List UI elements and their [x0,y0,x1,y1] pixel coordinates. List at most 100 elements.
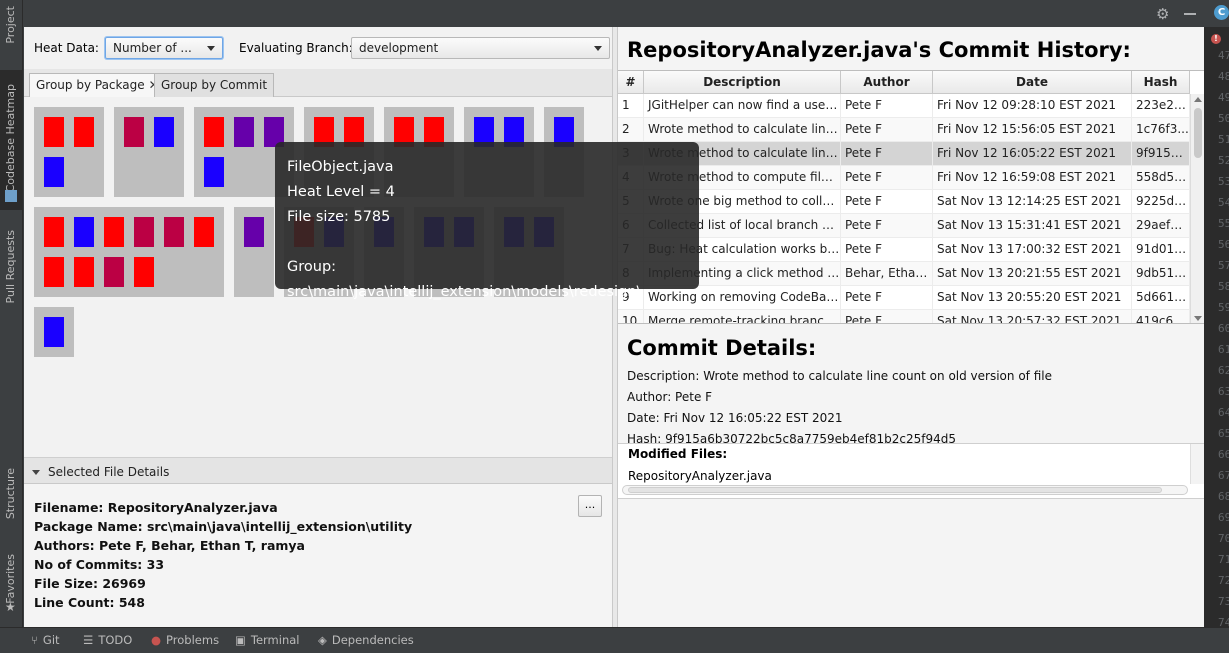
tab-group-by-package-label: Group by Package [36,78,145,92]
line-number: 63 [1218,385,1229,398]
bottom-tab-todo[interactable]: ☰ TODO [83,633,132,647]
minimize-icon[interactable] [1184,3,1196,15]
scroll-down-icon[interactable] [1194,316,1202,321]
line-number: 73 [1218,595,1229,608]
tool-codebase-heatmap[interactable]: Codebase Heatmap [0,70,23,210]
more-button[interactable]: ... [578,495,602,517]
line-number: 69 [1218,511,1229,524]
line-number: 57 [1218,259,1229,272]
cell-hash: 9225d9... [1132,190,1190,214]
file-cell[interactable] [74,117,94,147]
file-cell[interactable] [134,217,154,247]
cell-number: 10 [618,310,644,323]
chevron-down-icon [207,46,215,51]
tool-structure[interactable]: Structure [0,462,23,532]
file-cell[interactable] [234,117,254,147]
branch-label: Evaluating Branch: [239,41,353,55]
tool-project[interactable]: Project [0,0,23,66]
plugin-badge-icon[interactable]: C [1214,5,1229,20]
column-header-hash[interactable]: Hash [1132,71,1190,94]
table-row[interactable]: 7Bug: Heat calculation works but t...Pet… [618,238,1190,262]
cell-date: Sat Nov 13 17:00:32 EST 2021 [933,238,1132,262]
tooltip-heat-level: Heat Level = 4 [287,184,395,200]
bottom-tab-problems[interactable]: ● Problems [151,633,219,647]
horizontal-scrollbar-thumb[interactable] [628,487,1162,493]
heat-data-dropdown[interactable]: Number of ... [105,37,223,59]
table-row[interactable]: 1 JGitHelper can now find a user's r... Pe… [618,94,1190,118]
package-box[interactable] [34,207,224,297]
bottom-tab-terminal[interactable]: ▣ Terminal [235,633,299,647]
file-cell[interactable] [74,217,94,247]
modified-file-item[interactable]: RepositoryAnalyzer.java [628,469,772,483]
chevron-down-icon [594,46,602,51]
file-cell[interactable] [154,117,174,147]
codebase-heatmap-panel: Heat Data: Number of ... Evaluating Bran… [24,27,1204,627]
commit-author: Author: Pete F [627,390,713,404]
file-cell[interactable] [44,257,64,287]
file-cell[interactable] [164,217,184,247]
line-number: 52 [1218,154,1229,167]
file-cell[interactable] [204,117,224,147]
branch-dropdown[interactable]: development [351,37,610,59]
file-cell[interactable] [44,317,64,347]
commit-description: Description: Wrote method to calculate l… [627,369,1052,383]
tab-group-by-commit[interactable]: Group by Commit [154,73,275,97]
cell-hash: 1c76f3... [1132,118,1190,142]
gear-icon[interactable]: ⚙ [1156,5,1169,23]
column-header-date[interactable]: Date [933,71,1132,94]
table-row[interactable]: 6Collected list of local branch nam...Pe… [618,214,1190,238]
ide-title-bar: ⚙ C [0,0,1229,27]
file-cell[interactable] [104,217,124,247]
bottom-tab-terminal-label: Terminal [250,633,300,647]
scroll-up-icon[interactable] [1194,97,1202,102]
table-row[interactable]: 10 Merge remote-tracking branch 'o... Pete… [618,310,1190,323]
column-header-description[interactable]: Description [644,71,841,94]
bottom-tab-dependencies-label: Dependencies [331,633,414,647]
selected-file-details-header[interactable]: Selected File Details [24,462,612,484]
line-number: 68 [1218,490,1229,503]
tool-favorites[interactable]: Favorites ★ [0,550,23,620]
file-cell[interactable] [204,157,224,187]
file-cell[interactable] [244,217,264,247]
cell-hash: 5d6615... [1132,286,1190,310]
tool-pull-requests[interactable]: Pull Requests [0,222,23,317]
column-header-author[interactable]: Author [841,71,933,94]
table-row[interactable]: 2 Wrote method to calculate line c... Pete… [618,118,1190,142]
file-cell[interactable] [134,257,154,287]
cell-author: Pete F [841,118,933,142]
table-row[interactable]: 8Implementing a click method on ...Behar… [618,262,1190,286]
file-cell[interactable] [74,257,94,287]
file-cell[interactable] [104,257,124,287]
column-header-number[interactable]: # [618,71,644,94]
controls-bar: Heat Data: Number of ... Evaluating Bran… [24,27,612,69]
line-number: 48 [1218,70,1229,83]
scrollbar-thumb[interactable] [1194,108,1202,158]
file-cell[interactable] [44,157,64,187]
heat-data-label: Heat Data: [34,41,99,55]
bottom-tab-git[interactable]: ⑂ Git [31,633,60,647]
vertical-scrollbar[interactable] [1190,444,1204,484]
package-box[interactable] [34,107,104,197]
collapse-arrow-icon[interactable] [32,470,40,475]
line-number: 59 [1218,301,1229,314]
table-row[interactable]: 9 Working on removing CodeBase ... Pete FS… [618,286,1190,310]
tab-group-by-package[interactable]: Group by Package✕ [29,73,166,98]
file-cell[interactable] [44,117,64,147]
file-cell[interactable] [44,217,64,247]
editor-gutter: ! 47 48 49 50 51 52 53 54 55 56 57 58 59 60 61 62 63 64 65… [1204,27,1229,627]
cell-description: Merge remote-tracking branch 'o... [644,310,841,323]
package-box[interactable] [34,307,74,357]
file-cell[interactable] [194,217,214,247]
package-box[interactable] [114,107,184,197]
package-box[interactable] [234,207,274,297]
file-cell[interactable] [124,117,144,147]
table-row[interactable]: 4Wrote method to compute file si...Pete … [618,166,1190,190]
table-row[interactable]: 5Wrote one big method to collect ...Pete… [618,190,1190,214]
table-row[interactable]: 3Wrote method to calculate line c...Pete… [618,142,1190,166]
table-scrollbar[interactable] [1190,94,1204,323]
cell-author: Pete F [841,142,933,166]
error-indicator-icon[interactable]: ! [1211,34,1221,44]
detail-authors: Authors: Pete F, Behar, Ethan T, ramya [34,538,305,553]
bottom-tab-dependencies[interactable]: ◈ Dependencies [318,633,414,647]
cell-date: Fri Nov 12 09:28:10 EST 2021 [933,94,1132,118]
